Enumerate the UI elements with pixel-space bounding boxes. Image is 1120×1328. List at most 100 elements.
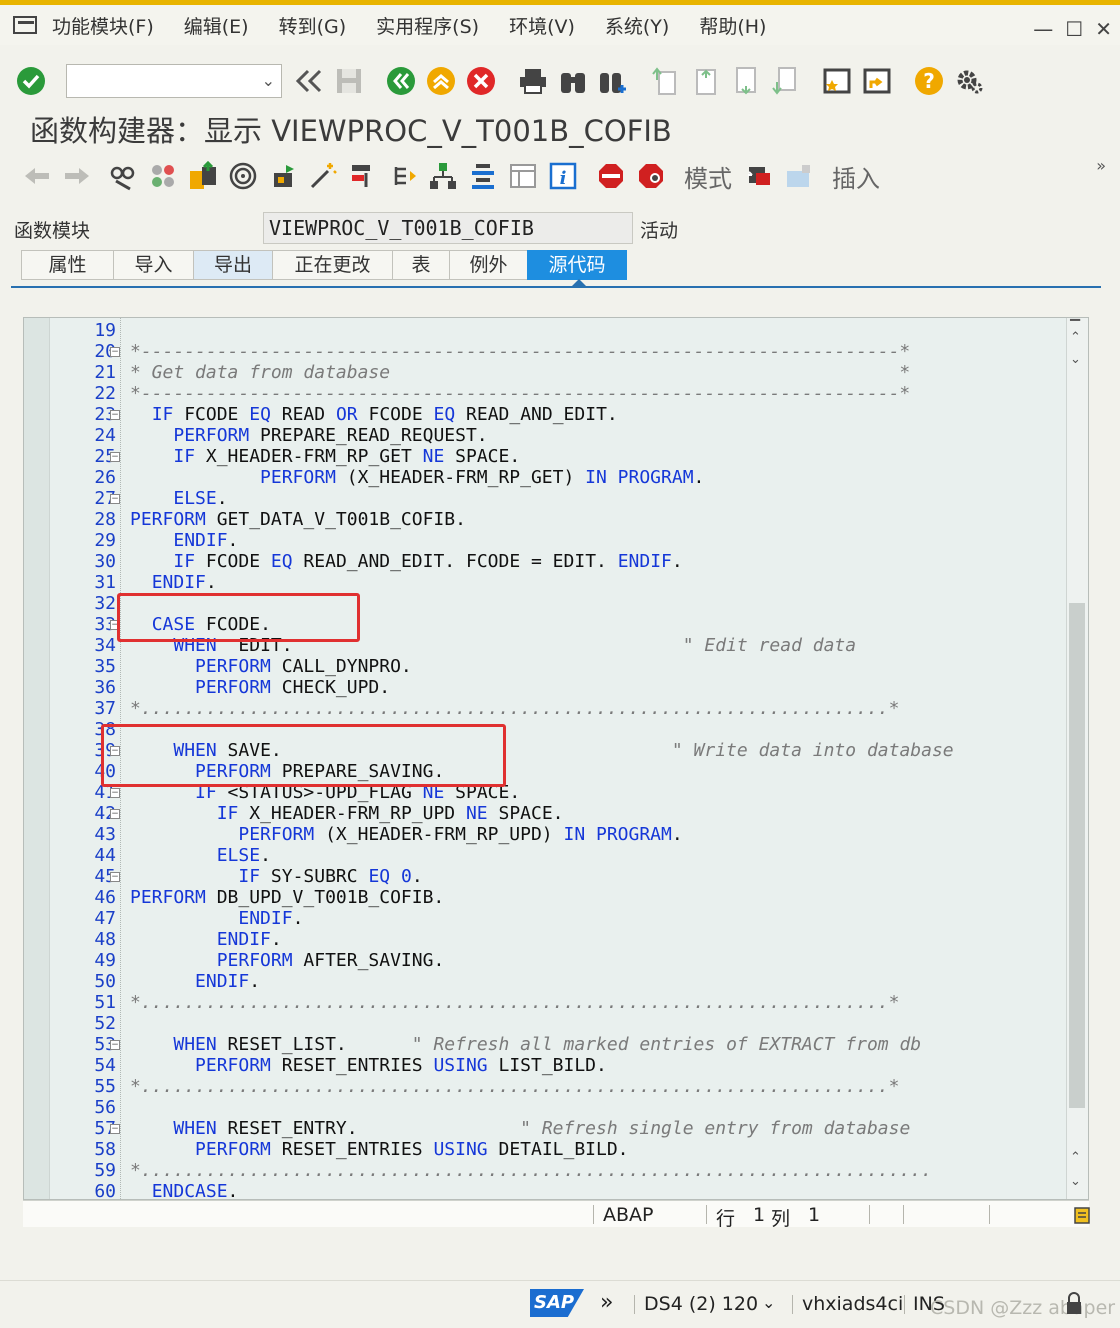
minimize-icon[interactable]: — xyxy=(1033,17,1053,41)
code-line[interactable]: ENDIF. xyxy=(130,908,303,929)
first-page-icon[interactable] xyxy=(648,64,682,98)
menu-edit[interactable]: 编辑(E) xyxy=(184,12,249,39)
activate-icon[interactable] xyxy=(226,159,260,193)
fold-toggle-icon[interactable]: − xyxy=(110,872,120,882)
breakpoint-gutter[interactable] xyxy=(24,318,50,1199)
table-layout-icon[interactable] xyxy=(506,159,540,193)
where-used-icon[interactable] xyxy=(346,159,380,193)
navigation-icon[interactable] xyxy=(386,159,420,193)
fold-toggle-icon[interactable]: − xyxy=(110,1124,120,1134)
vertical-scrollbar[interactable]: ▔ ⌃ ⌄ ⌃ ⌄ xyxy=(1066,318,1088,1199)
code-line[interactable]: IF X_HEADER-FRM_RP_UPD NE SPACE. xyxy=(130,803,564,824)
code-line[interactable]: PERFORM DB_UPD_V_T001B_COFIB. xyxy=(130,887,444,908)
system-info[interactable]: DS4 (2) 120 xyxy=(644,1293,758,1315)
next-page-icon[interactable] xyxy=(728,64,762,98)
code-line[interactable]: PERFORM CHECK_UPD. xyxy=(130,677,390,698)
chevron-down-icon[interactable]: ⌄ xyxy=(1070,352,1081,367)
code-line[interactable]: PERFORM AFTER_SAVING. xyxy=(130,950,445,971)
arrow-right-icon[interactable] xyxy=(60,159,94,193)
code-line[interactable]: WHEN RESET_LIST. " Refresh all marked en… xyxy=(130,1034,921,1055)
code-line[interactable]: ELSE. xyxy=(130,845,271,866)
abap-code-editor[interactable]: 19 20 21 22 23 24 25 26 27 28 29 30 31 32 33 34 35 36 37 38… xyxy=(23,317,1089,1200)
fold-toggle-icon[interactable]: − xyxy=(110,1040,120,1050)
session-breakpoint-icon[interactable] xyxy=(634,159,668,193)
scroll-up-icon[interactable]: ⌃ xyxy=(1070,1150,1081,1165)
tab-tables[interactable]: 表 xyxy=(392,250,449,280)
pattern-wand-icon[interactable] xyxy=(306,159,340,193)
maximize-icon[interactable]: ☐ xyxy=(1065,17,1083,41)
menu-help[interactable]: 帮助(H) xyxy=(699,12,766,39)
back-icon[interactable] xyxy=(384,64,418,98)
code-line[interactable]: IF FCODE EQ READ_AND_EDIT. FCODE = EDIT.… xyxy=(130,551,682,572)
info-icon[interactable]: i xyxy=(546,159,580,193)
mode-button[interactable]: 模式 xyxy=(684,159,732,194)
prev-page-icon[interactable] xyxy=(688,64,722,98)
more-toolbar-button[interactable]: » xyxy=(1096,156,1106,175)
code-line[interactable]: PERFORM (X_HEADER-FRM_RP_GET) IN PROGRAM… xyxy=(130,467,704,488)
test-icon[interactable] xyxy=(266,159,300,193)
settings-icon[interactable] xyxy=(952,64,986,98)
code-line[interactable]: *---------------------------------------… xyxy=(130,383,910,404)
close-icon[interactable]: ✕ xyxy=(1095,17,1112,41)
menu-environment[interactable]: 环境(V) xyxy=(509,12,575,39)
code-line[interactable]: ENDIF. xyxy=(130,971,260,992)
hierarchy-icon[interactable] xyxy=(426,159,460,193)
fold-toggle-icon[interactable]: − xyxy=(110,788,120,798)
tab-attributes[interactable]: 属性 xyxy=(21,250,113,280)
code-line[interactable]: PERFORM RESET_ENTRIES USING LIST_BILD. xyxy=(130,1055,607,1076)
code-line[interactable]: IF SY-SUBRC EQ 0. xyxy=(130,866,422,887)
fold-toggle-icon[interactable]: − xyxy=(110,452,120,462)
pretty-printer-icon[interactable] xyxy=(466,159,500,193)
find-icon[interactable] xyxy=(556,64,590,98)
breakpoint-icon[interactable] xyxy=(594,159,628,193)
arrow-left-icon[interactable] xyxy=(20,159,54,193)
command-field[interactable]: ⌄ xyxy=(66,64,282,98)
menu-goto[interactable]: 转到(G) xyxy=(279,12,347,39)
chevron-down-icon[interactable]: ⌄ xyxy=(262,71,275,90)
insert-button[interactable]: 插入 xyxy=(832,159,880,194)
menu-function-module[interactable]: 功能模块(F) xyxy=(52,12,154,39)
code-line[interactable]: *.......................................… xyxy=(130,1076,899,1097)
code-line[interactable]: PERFORM (X_HEADER-FRM_RP_UPD) IN PROGRAM… xyxy=(130,824,682,845)
last-page-icon[interactable] xyxy=(768,64,802,98)
tab-source-code[interactable]: 源代码 xyxy=(527,250,627,280)
tab-import[interactable]: 导入 xyxy=(113,250,193,280)
code-line[interactable]: WHEN RESET_ENTRY. " Refresh single entry… xyxy=(130,1118,910,1139)
fold-toggle-icon[interactable]: − xyxy=(110,494,120,504)
enter-check-icon[interactable] xyxy=(14,64,48,98)
code-line[interactable]: PERFORM RESET_ENTRIES USING DETAIL_BILD. xyxy=(130,1139,629,1160)
function-module-field[interactable]: VIEWPROC_V_T001B_COFIB xyxy=(263,212,633,244)
code-line[interactable]: IF FCODE EQ READ OR FCODE EQ READ_AND_ED… xyxy=(130,404,618,425)
code-line[interactable]: * Get data from database * xyxy=(130,362,910,383)
display-change-icon[interactable] xyxy=(106,159,140,193)
fold-toggle-icon[interactable]: − xyxy=(110,809,120,819)
exit-icon[interactable] xyxy=(424,64,458,98)
code-line[interactable]: *.......................................… xyxy=(130,1160,932,1181)
cancel-icon[interactable] xyxy=(464,64,498,98)
code-line[interactable]: *.......................................… xyxy=(130,698,899,719)
shortcut-icon[interactable] xyxy=(860,64,894,98)
code-line[interactable]: ELSE. xyxy=(130,488,227,509)
code-line[interactable]: PERFORM GET_DATA_V_T001B_COFIB. xyxy=(130,509,466,530)
new-session-icon[interactable] xyxy=(820,64,854,98)
tab-changing[interactable]: 正在更改 xyxy=(272,250,392,280)
code-line[interactable]: *---------------------------------------… xyxy=(130,341,910,362)
code-line[interactable]: ENDIF. xyxy=(130,929,282,950)
menu-system[interactable]: 系统(Y) xyxy=(605,12,669,39)
insert-icon[interactable] xyxy=(782,159,816,193)
fold-toggle-icon[interactable]: − xyxy=(110,410,120,420)
help-icon[interactable]: ? xyxy=(912,64,946,98)
other-object-icon[interactable] xyxy=(146,159,180,193)
scrollbar-thumb[interactable] xyxy=(1069,603,1085,1108)
code-line[interactable]: ENDIF. xyxy=(130,572,217,593)
scroll-down-icon[interactable]: ⌄ xyxy=(1070,1174,1081,1189)
fold-toggle-icon[interactable]: − xyxy=(110,347,120,357)
app-menu-icon[interactable] xyxy=(12,14,40,36)
notes-icon[interactable] xyxy=(1073,1204,1091,1224)
history-back-icon[interactable] xyxy=(292,64,326,98)
code-line[interactable]: *.......................................… xyxy=(130,992,899,1013)
code-line[interactable]: PERFORM CALL_DYNPRO. xyxy=(130,656,412,677)
chevron-down-icon[interactable]: ⌄ xyxy=(762,1293,775,1312)
code-line[interactable]: IF X_HEADER-FRM_RP_GET NE SPACE. xyxy=(130,446,520,467)
code-line[interactable]: ENDIF. xyxy=(130,530,238,551)
